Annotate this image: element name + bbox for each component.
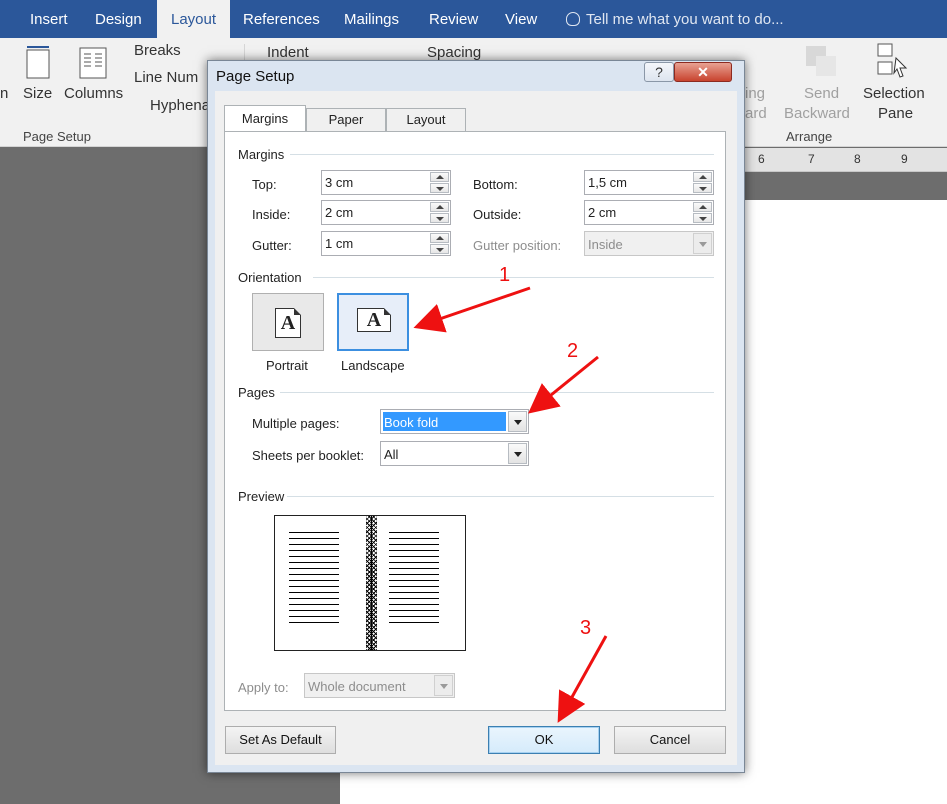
annotation-number-1: 1 [499,264,511,286]
annotation-number-3: 3 [580,617,592,639]
annotation-arrows [413,286,608,723]
annotation-number-2: 2 [567,340,579,362]
arrow-2 [528,355,599,414]
arrow-3 [557,635,608,723]
arrow-1 [413,286,531,333]
